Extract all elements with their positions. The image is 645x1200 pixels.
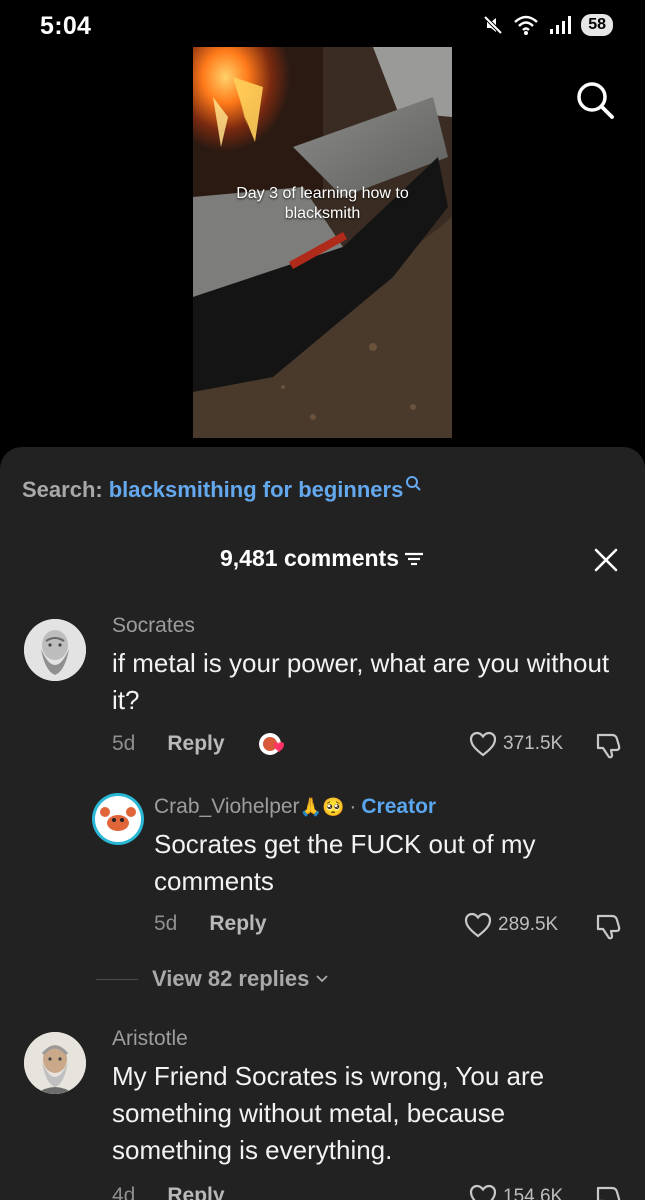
comment-age: 4d <box>112 1184 136 1200</box>
aristotle-portrait-icon <box>24 1032 86 1094</box>
like-button[interactable]: 371.5K <box>469 731 563 757</box>
comments-count: 9,481 comments <box>220 545 399 571</box>
reply-button[interactable]: Reply <box>209 912 266 936</box>
like-count: 154.6K <box>503 1186 564 1200</box>
close-icon <box>594 548 618 572</box>
divider <box>96 978 138 980</box>
search-suggestion-prefix: Search: <box>22 477 103 502</box>
dislike-button[interactable] <box>594 1184 622 1200</box>
app-screen: 5:04 58 Day 3 of learning how to blacksm… <box>0 0 645 1200</box>
mute-icon <box>482 14 504 36</box>
search-mini-icon <box>406 476 421 491</box>
dislike-button[interactable] <box>594 731 622 764</box>
search-suggestion-term[interactable]: blacksmithing for beginners <box>109 477 404 503</box>
avatar[interactable] <box>24 619 86 681</box>
heart-icon <box>464 912 492 938</box>
search-button[interactable] <box>574 79 616 121</box>
chevron-down-icon <box>316 975 329 983</box>
comment-meta: 5d Reply <box>112 731 289 757</box>
wifi-icon <box>513 14 539 36</box>
reply-button[interactable]: Reply <box>167 732 224 756</box>
search-icon <box>577 82 614 119</box>
comment-text: if metal is your power, what are you wit… <box>112 648 610 715</box>
crab-avatar-icon <box>95 796 141 842</box>
comments-panel: Search: blacksmithing for beginners 9,48… <box>0 447 645 1200</box>
comment-meta: 4d Reply <box>112 1184 225 1200</box>
heart-icon <box>469 1184 497 1200</box>
like-count: 371.5K <box>503 733 564 754</box>
battery-indicator: 58 <box>581 14 613 36</box>
thumbs-down-icon <box>596 733 621 759</box>
creator-separator: · <box>349 795 357 818</box>
thumbs-down-icon <box>596 914 621 940</box>
comment-age: 5d <box>112 732 136 755</box>
like-button[interactable]: 154.6K <box>469 1184 563 1200</box>
socrates-portrait-icon <box>24 619 86 681</box>
view-replies-label: View 82 replies <box>152 966 310 991</box>
thumbs-down-icon <box>596 1186 621 1200</box>
like-button[interactable]: 289.5K <box>464 912 558 938</box>
video-frame <box>193 47 452 438</box>
creator-badge: Creator <box>361 795 437 818</box>
comment-author[interactable]: Socrates <box>112 614 195 638</box>
comment-meta: 5d Reply <box>154 912 267 936</box>
video-caption: Day 3 of learning how to blacksmith <box>236 185 409 222</box>
comments-header: 9,481 comments <box>0 545 645 575</box>
sort-filter-icon[interactable] <box>403 550 425 568</box>
author-emojis: 🙏🥺 <box>299 796 345 817</box>
avatar[interactable] <box>92 793 144 845</box>
reply-button[interactable]: Reply <box>167 1184 224 1200</box>
creator-liked-icon <box>257 731 289 757</box>
heart-icon <box>469 731 497 757</box>
comment-age: 5d <box>154 912 178 935</box>
view-replies-button[interactable]: View 82 replies <box>96 966 329 992</box>
video-player[interactable]: Day 3 of learning how to blacksmith <box>193 47 452 438</box>
status-time: 5:04 <box>40 12 92 40</box>
signal-icon <box>548 14 572 36</box>
status-icons: 58 <box>482 14 613 36</box>
like-count: 289.5K <box>498 914 559 935</box>
comment-text: Socrates get the FUCK out of my comments <box>154 829 536 896</box>
close-button[interactable] <box>593 547 619 573</box>
comment-author[interactable]: Crab_Viohelper <box>154 795 300 819</box>
dislike-button[interactable] <box>594 912 622 945</box>
avatar[interactable] <box>24 1032 86 1094</box>
comment-author-row: Crab_Viohelper 🙏🥺 · Creator <box>154 795 436 819</box>
comment-text: My Friend Socrates is wrong, You are som… <box>112 1061 545 1165</box>
search-suggestion[interactable]: Search: blacksmithing for beginners <box>22 476 421 503</box>
comment-author[interactable]: Aristotle <box>112 1027 188 1051</box>
